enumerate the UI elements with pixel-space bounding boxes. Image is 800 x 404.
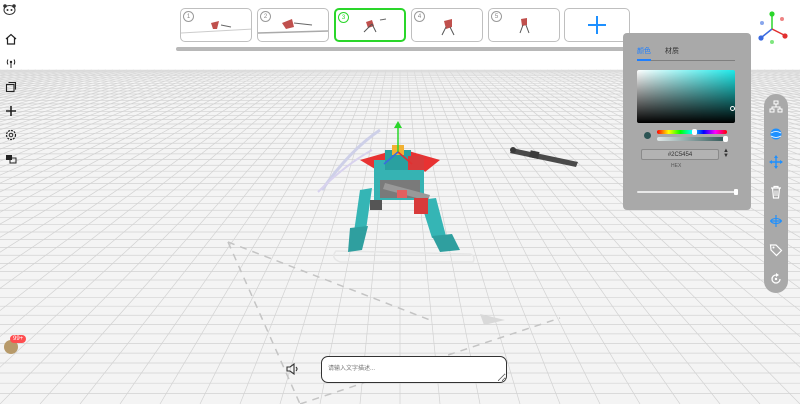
move-arrows-icon[interactable] — [767, 153, 785, 171]
settings-gear-icon[interactable] — [2, 126, 19, 143]
filmstrip-scrollbar[interactable] — [176, 47, 628, 51]
reset-icon[interactable] — [767, 270, 785, 288]
panda-logo-icon[interactable] — [3, 4, 16, 15]
layers-icon[interactable] — [2, 78, 19, 95]
keyframe-thumb-3[interactable]: 3 — [334, 8, 406, 42]
saturation-picker[interactable] — [637, 70, 735, 123]
tab-divider — [637, 60, 735, 61]
keyframe-filmstrip: 1 2 3 4 5 — [178, 8, 630, 48]
thumb-preview — [363, 18, 387, 33]
current-color-swatch — [644, 132, 651, 139]
thumb-preview — [258, 19, 328, 34]
keyframe-thumb-5[interactable]: 5 — [488, 8, 560, 42]
panel-tabs: 颜色 材质 — [637, 46, 679, 56]
color-mode-label: HEX — [671, 163, 682, 169]
mode-toggle-chevron-icon[interactable]: ▲ ▼ — [723, 148, 729, 159]
hex-input[interactable]: #2C5454 — [641, 149, 719, 160]
alpha-handle[interactable] — [723, 136, 728, 142]
active-tab-indicator — [637, 59, 651, 61]
alpha-slider[interactable] — [657, 137, 727, 141]
speaker-icon[interactable] — [286, 363, 300, 375]
material-sphere-icon[interactable] — [767, 125, 785, 143]
windows-icon[interactable] — [2, 150, 19, 167]
delete-trash-icon[interactable] — [767, 183, 785, 201]
keyframe-thumb-4[interactable]: 4 — [411, 8, 483, 42]
keyframe-thumb-2[interactable]: 2 — [257, 8, 329, 42]
thumb-preview — [519, 18, 530, 34]
tab-material[interactable]: 材质 — [665, 46, 679, 56]
axis-gizmo-icon[interactable] — [754, 9, 794, 45]
rotate-axis-icon[interactable] — [767, 212, 785, 230]
right-toolbar — [764, 94, 788, 293]
hierarchy-icon[interactable] — [767, 98, 785, 116]
notification-badge: 99+ — [10, 335, 27, 343]
add-keyframe-button[interactable] — [564, 8, 630, 42]
plus-icon — [588, 16, 606, 34]
hue-handle[interactable] — [692, 129, 697, 135]
tag-icon[interactable] — [767, 241, 785, 259]
thumb-preview — [441, 19, 455, 36]
tab-color[interactable]: 颜色 — [637, 46, 651, 56]
opacity-handle[interactable] — [734, 189, 738, 195]
text-description-input[interactable] — [321, 356, 507, 383]
add-icon[interactable] — [2, 102, 19, 119]
saturation-handle[interactable] — [730, 106, 735, 111]
thumb-preview — [181, 21, 251, 34]
broadcast-icon[interactable] — [2, 54, 19, 71]
opacity-slider[interactable] — [637, 191, 735, 193]
keyframe-thumb-1[interactable]: 1 — [180, 8, 252, 42]
color-material-panel: 颜色 材质 #2C5454 ▲ ▼ HEX — [623, 33, 751, 210]
home-icon[interactable] — [2, 30, 19, 47]
